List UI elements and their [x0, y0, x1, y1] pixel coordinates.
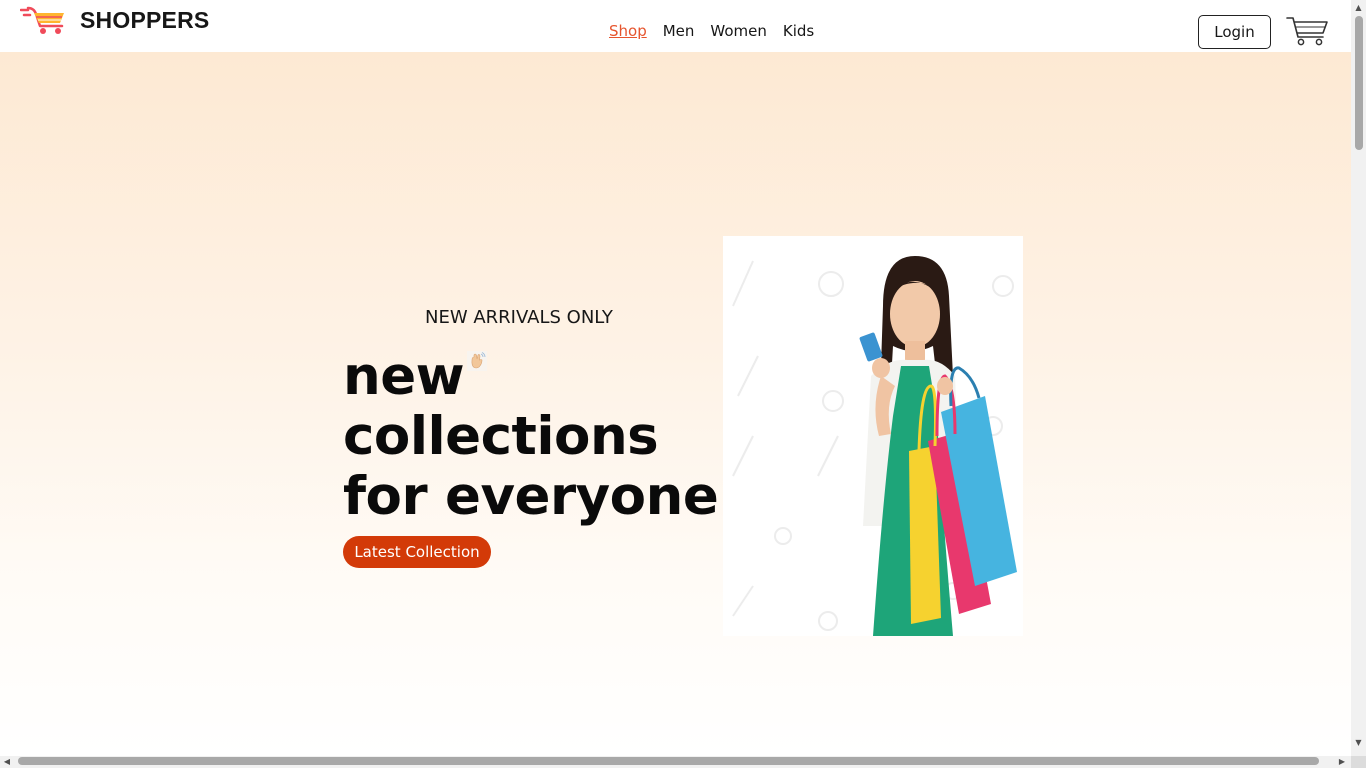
login-button[interactable]: Login	[1198, 15, 1271, 49]
vertical-scrollbar-thumb[interactable]	[1355, 16, 1363, 150]
shopping-cart-logo-icon	[20, 6, 64, 34]
hero-title-line-1: new	[343, 346, 465, 407]
nav-menu: Shop Men Women Kids	[609, 22, 830, 40]
shopping-cart-icon[interactable]	[1286, 15, 1329, 47]
page: SHOPPERS Shop Men Women Kids Login NEW A…	[0, 0, 1351, 756]
horizontal-scrollbar[interactable]: ◀ ▶	[0, 756, 1351, 768]
horizontal-scrollbar-thumb[interactable]	[18, 757, 1319, 765]
scrollbar-corner	[1351, 756, 1366, 768]
waving-hand-icon	[467, 351, 487, 371]
hero-subtitle: NEW ARRIVALS ONLY	[425, 307, 613, 328]
hero-title-line-2: collections	[343, 406, 659, 467]
hero-section: NEW ARRIVALS ONLY new collections for ev…	[0, 52, 1351, 756]
woman-with-shopping-bags-image	[723, 236, 1023, 636]
hero-title-line-3: for everyone	[343, 466, 719, 527]
nav-item-men[interactable]: Men	[663, 22, 695, 40]
hero-title: new collections for everyone	[343, 346, 719, 527]
vertical-scrollbar[interactable]: ▲ ▼	[1351, 0, 1366, 756]
brand-logo[interactable]: SHOPPERS	[20, 7, 209, 36]
scroll-up-arrow-icon[interactable]: ▲	[1354, 4, 1363, 12]
brand-name: SHOPPERS	[80, 6, 210, 33]
scroll-right-arrow-icon[interactable]: ▶	[1337, 756, 1347, 768]
navbar: SHOPPERS Shop Men Women Kids Login	[0, 0, 1351, 52]
nav-item-women[interactable]: Women	[710, 22, 766, 40]
scroll-left-arrow-icon[interactable]: ◀	[2, 756, 12, 768]
scroll-down-arrow-icon[interactable]: ▼	[1354, 739, 1363, 747]
nav-item-shop[interactable]: Shop	[609, 22, 647, 40]
nav-item-kids[interactable]: Kids	[783, 22, 814, 40]
latest-collection-button[interactable]: Latest Collection	[343, 536, 491, 568]
